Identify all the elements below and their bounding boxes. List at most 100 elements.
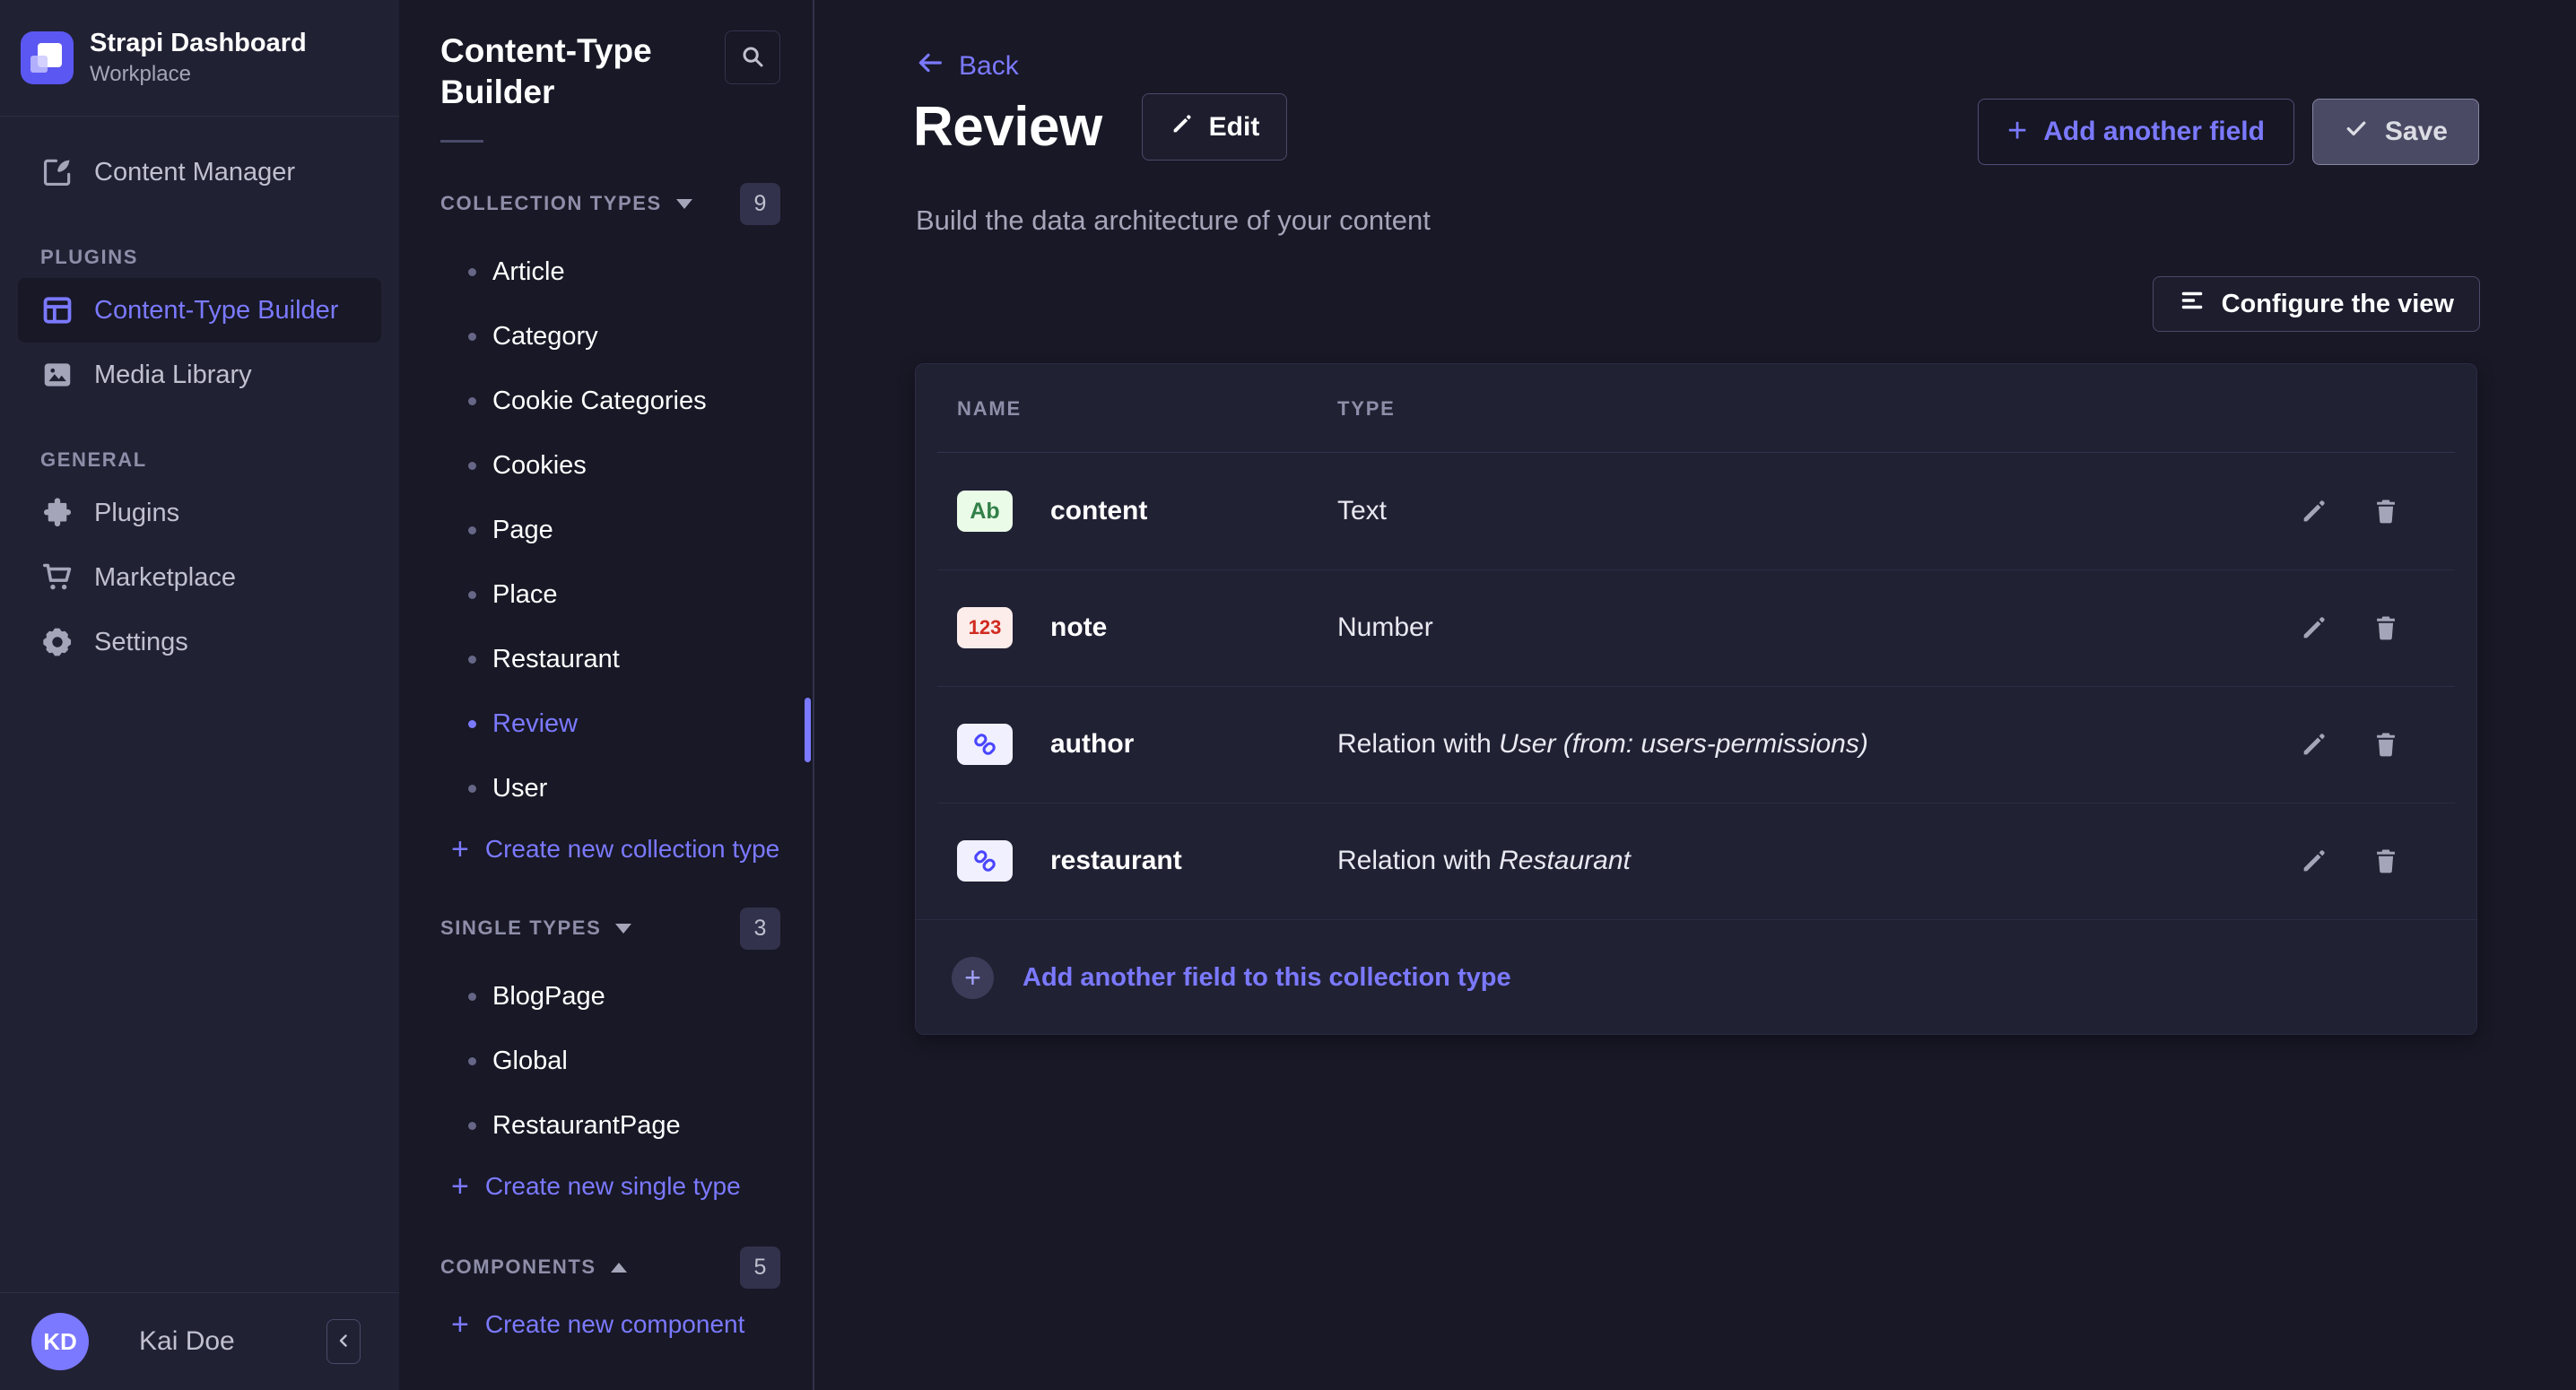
single-types-label: SINGLE TYPES [440, 917, 601, 940]
edit-field-button[interactable] [2299, 846, 2329, 876]
delete-field-button[interactable] [2371, 846, 2401, 876]
sidebar-item-marketplace[interactable]: Marketplace [0, 545, 399, 610]
table-footer: + Add another field to this collection t… [916, 919, 2476, 1036]
back-link[interactable]: Back [916, 48, 1019, 84]
single-types-count-badge: 3 [740, 908, 780, 950]
delete-field-button[interactable] [2371, 612, 2401, 643]
trash-icon [2371, 865, 2401, 879]
configure-view-button[interactable]: Configure the view [2153, 276, 2480, 332]
edit-field-button[interactable] [2299, 496, 2329, 526]
trash-icon [2371, 749, 2401, 762]
field-name: restaurant [1050, 846, 1337, 876]
plus-icon: + [451, 834, 469, 864]
collection-type-page[interactable]: Page [399, 498, 813, 562]
workspace-name: Workplace [90, 62, 307, 87]
collection-type-cookie-categories[interactable]: Cookie Categories [399, 369, 813, 433]
add-field-footer-link[interactable]: Add another field to this collection typ… [1023, 963, 1511, 993]
sidebar-item-media-library[interactable]: Media Library [0, 343, 399, 407]
single-types-header[interactable]: SINGLE TYPES 3 [399, 907, 813, 950]
collection-type-category[interactable]: Category [399, 304, 813, 369]
cart-icon [40, 560, 74, 595]
sidebar-item-label: Marketplace [94, 563, 236, 593]
edit-field-button[interactable] [2299, 612, 2329, 643]
single-type-restaurantpage[interactable]: RestaurantPage [399, 1093, 813, 1158]
trash-icon [2371, 632, 2401, 646]
pencil-icon [2299, 865, 2329, 879]
field-type: Relation with Restaurant [1337, 846, 2299, 876]
strapi-app: Strapi Dashboard Workplace Content Manag… [0, 0, 2576, 1390]
create-component-link[interactable]: + Create new component [399, 1296, 813, 1353]
field-name: content [1050, 496, 1337, 526]
image-icon [40, 358, 74, 392]
page-title: Review [913, 95, 1102, 159]
single-type-global[interactable]: Global [399, 1029, 813, 1093]
app-title: Strapi Dashboard [90, 29, 307, 58]
plus-icon: + [451, 1171, 469, 1202]
edit-field-button[interactable] [2299, 729, 2329, 760]
main-content: Back Review Edit Build the data architec… [814, 0, 2576, 1390]
general-section-label: GENERAL [40, 448, 399, 472]
text-field-icon: Ab [957, 491, 1013, 532]
edit-button[interactable]: Edit [1142, 93, 1288, 161]
fields-table: NAME TYPE Ab content Text 123 note Numbe… [915, 363, 2477, 1035]
components-header[interactable]: COMPONENTS 5 [399, 1246, 813, 1289]
single-type-blogpage[interactable]: BlogPage [399, 964, 813, 1029]
collection-type-review[interactable]: Review [399, 691, 813, 756]
components-count-badge: 5 [740, 1247, 780, 1289]
trash-icon [2371, 516, 2401, 529]
collection-type-user[interactable]: User [399, 756, 813, 821]
filter-lines-icon [2179, 287, 2206, 321]
create-single-type-link[interactable]: + Create new single type [399, 1158, 813, 1215]
sidebar-item-content-type-builder[interactable]: Content-Type Builder [18, 278, 381, 343]
collapse-sidebar-button[interactable] [326, 1319, 361, 1364]
active-item-indicator [805, 698, 811, 762]
table-row: 123 note Number [916, 569, 2476, 686]
number-field-icon: 123 [957, 607, 1013, 648]
pencil-icon [2299, 632, 2329, 646]
column-type: TYPE [1337, 397, 1396, 421]
add-another-field-button[interactable]: + Add another field [1978, 99, 2294, 165]
title-divider [440, 140, 483, 143]
collection-type-cookies[interactable]: Cookies [399, 433, 813, 498]
collection-type-place[interactable]: Place [399, 562, 813, 627]
page-subtitle: Build the data architecture of your cont… [916, 204, 1431, 237]
sidebar-item-plugins[interactable]: Plugins [0, 481, 399, 545]
single-types-list: BlogPage Global RestaurantPage [399, 964, 813, 1158]
create-collection-type-link[interactable]: + Create new collection type [399, 821, 813, 878]
table-row: Ab content Text [916, 453, 2476, 569]
table-header: NAME TYPE [916, 364, 2476, 453]
sidebar-item-label: Content Manager [94, 158, 295, 187]
collection-type-restaurant[interactable]: Restaurant [399, 627, 813, 691]
pencil-icon [2299, 749, 2329, 762]
collection-types-label: COLLECTION TYPES [440, 192, 662, 215]
field-type: Relation with User (from: users-permissi… [1337, 729, 2299, 760]
collection-types-list: Article Category Cookie Categories Cooki… [399, 239, 813, 821]
column-name: NAME [957, 397, 1337, 421]
sidebar-item-content-manager[interactable]: Content Manager [0, 140, 399, 204]
field-name: note [1050, 612, 1337, 643]
save-button[interactable]: Save [2312, 99, 2479, 165]
search-icon [739, 43, 766, 73]
check-icon [2344, 116, 2369, 148]
arrow-left-icon [916, 48, 944, 84]
plus-icon: + [964, 961, 981, 995]
avatar[interactable]: KD [31, 1313, 89, 1370]
collection-types-header[interactable]: COLLECTION TYPES 9 [399, 182, 813, 225]
layout-grid-icon [40, 293, 74, 327]
sidebar-item-label: Settings [94, 628, 188, 657]
search-button[interactable] [725, 30, 780, 84]
plugins-section-label: PLUGINS [40, 246, 399, 269]
collection-type-article[interactable]: Article [399, 239, 813, 304]
panel-title: Content-Type Builder [440, 30, 709, 113]
user-name: Kai Doe [139, 1326, 235, 1357]
chevron-down-icon [615, 924, 631, 934]
delete-field-button[interactable] [2371, 729, 2401, 760]
content-type-builder-panel: Content-Type Builder COLLECTION TYPES 9 … [399, 0, 814, 1390]
sidebar-item-settings[interactable]: Settings [0, 610, 399, 674]
chevron-down-icon [676, 199, 692, 209]
field-name: author [1050, 729, 1337, 760]
delete-field-button[interactable] [2371, 496, 2401, 526]
pencil-icon [2299, 516, 2329, 529]
add-field-circle-button[interactable]: + [952, 957, 994, 999]
relation-field-icon [957, 724, 1013, 765]
